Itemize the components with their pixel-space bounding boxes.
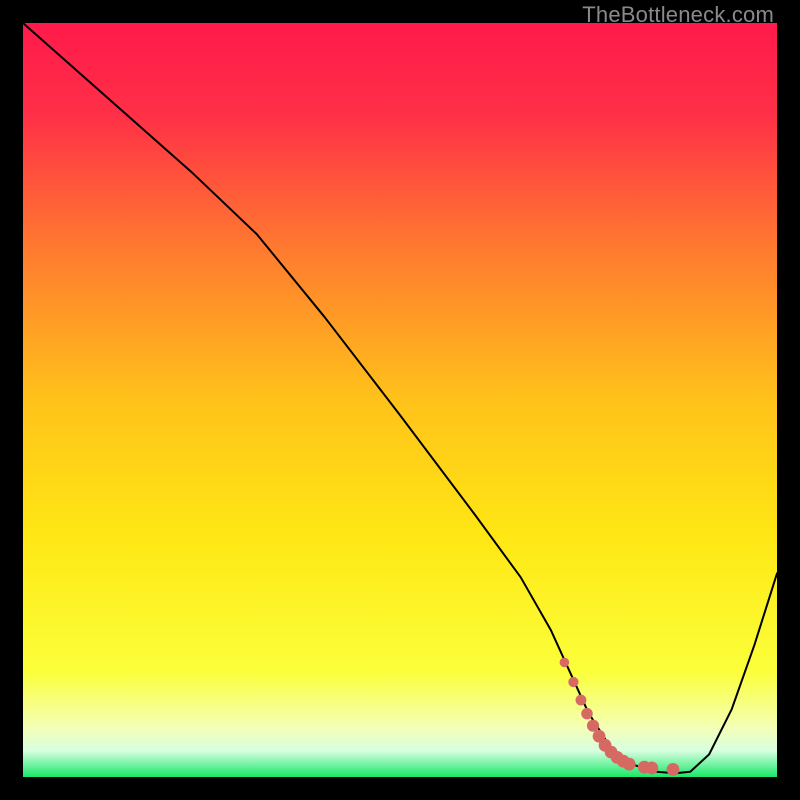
highlight-marker [645,762,658,775]
highlight-marker [581,708,593,720]
highlight-marker [568,677,578,687]
chart-frame [23,23,777,777]
highlight-marker [623,758,636,771]
gradient-background [23,23,777,777]
highlight-marker [560,658,570,668]
highlight-marker [576,695,587,706]
highlight-marker [667,763,680,776]
highlight-marker [587,720,599,732]
chart-svg [23,23,777,777]
